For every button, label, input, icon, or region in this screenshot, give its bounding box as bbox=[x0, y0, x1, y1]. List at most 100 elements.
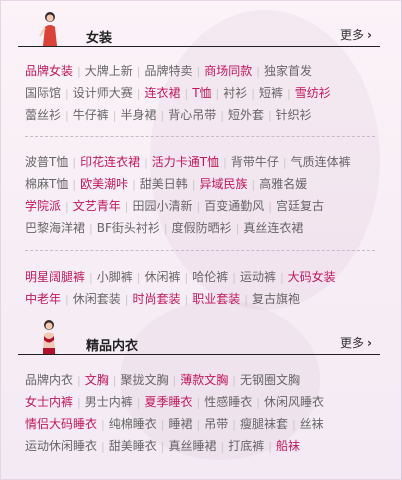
category-link[interactable]: 短裤 bbox=[259, 86, 283, 100]
category-link[interactable]: 男士内裤 bbox=[85, 395, 133, 409]
category-link[interactable]: BF街头衬衫 bbox=[97, 221, 160, 235]
category-link[interactable]: 运动裤 bbox=[240, 270, 276, 284]
category-link[interactable]: 明星阔腿裤 bbox=[25, 270, 85, 284]
category-link[interactable]: 品牌内衣 bbox=[25, 373, 73, 387]
separator: | bbox=[220, 440, 225, 453]
category-link[interactable]: 设计师大赛 bbox=[73, 86, 133, 100]
category-link[interactable]: 纯棉睡衣 bbox=[109, 417, 157, 431]
category-link[interactable]: 文艺青年 bbox=[73, 199, 121, 213]
category-link[interactable]: 打底裤 bbox=[228, 439, 264, 453]
category-link[interactable]: 品牌女装 bbox=[25, 64, 73, 78]
separator: | bbox=[101, 418, 105, 431]
separator: | bbox=[172, 374, 177, 387]
category-link[interactable]: 复古旗袍 bbox=[252, 292, 300, 306]
category-link[interactable]: 巴黎海洋裙 bbox=[25, 221, 85, 235]
category-row: 学院派 | 文艺青年 | 田园小清新 | 百变通勤风 | 宫廷复古 bbox=[25, 195, 385, 217]
category-link[interactable]: 无钢圈文胸 bbox=[240, 373, 300, 387]
category-link[interactable]: 宫廷复古 bbox=[276, 199, 324, 213]
more-label: 更多 bbox=[340, 336, 365, 350]
separator: | bbox=[232, 271, 236, 284]
category-link[interactable]: 衬衫 bbox=[223, 86, 247, 100]
category-link[interactable]: 欧美潮咔 bbox=[80, 177, 128, 191]
category-link[interactable]: 背带牛仔 bbox=[231, 155, 279, 169]
category-link[interactable]: 丝袜 bbox=[300, 417, 324, 431]
category-link[interactable]: 针织衫 bbox=[276, 108, 312, 122]
separator: | bbox=[196, 418, 201, 431]
category-link[interactable]: 大牌上新 bbox=[85, 64, 133, 78]
category-link[interactable]: 薄款文胸 bbox=[180, 373, 228, 387]
category-link[interactable]: 甜美日韩 bbox=[140, 177, 188, 191]
category-link[interactable]: 甜美睡衣 bbox=[109, 439, 157, 453]
category-row: 情侣大码睡衣 | 纯棉睡衣 | 睡裙 | 吊带 | 瘦腿袜套 | 丝袜 bbox=[25, 413, 385, 435]
section-header-womenswear: 女装 更多 › bbox=[18, 12, 380, 47]
category-link[interactable]: 国际馆 bbox=[25, 86, 61, 100]
category-link[interactable]: 半身裙 bbox=[120, 108, 156, 122]
category-link[interactable]: 哈伦裤 bbox=[192, 270, 228, 284]
category-link[interactable]: 印花连衣裙 bbox=[80, 155, 140, 169]
category-link[interactable]: 中老年 bbox=[25, 292, 61, 306]
category-link[interactable]: 活力卡通T恤 bbox=[152, 155, 219, 169]
section-title: 女装 bbox=[86, 31, 113, 46]
category-link[interactable]: 品牌特卖 bbox=[144, 64, 192, 78]
category-link[interactable]: 波普T恤 bbox=[25, 155, 68, 169]
category-link[interactable]: 百变通勤风 bbox=[204, 199, 264, 213]
category-link[interactable]: 小脚裤 bbox=[97, 270, 133, 284]
more-label: 更多 bbox=[340, 28, 365, 42]
category-link[interactable]: 夏季睡衣 bbox=[144, 395, 192, 409]
separator: | bbox=[184, 87, 189, 100]
separator: | bbox=[220, 109, 224, 122]
separator: | bbox=[112, 109, 117, 122]
category-link[interactable]: 高雅名媛 bbox=[259, 177, 307, 191]
category-link[interactable]: 短外套 bbox=[228, 108, 264, 122]
category-link[interactable]: 田园小清新 bbox=[132, 199, 192, 213]
category-link[interactable]: 商场同款 bbox=[204, 64, 252, 78]
category-link[interactable]: 独家首发 bbox=[264, 64, 312, 78]
category-link[interactable]: 瘦腿袜套 bbox=[240, 417, 288, 431]
category-link[interactable]: 度假防晒衫 bbox=[172, 221, 232, 235]
separator: | bbox=[160, 109, 165, 122]
category-link[interactable]: 船袜 bbox=[276, 439, 300, 453]
separator: | bbox=[65, 200, 69, 213]
separator: | bbox=[89, 271, 93, 284]
category-link[interactable]: 休闲裤 bbox=[144, 270, 180, 284]
separator: | bbox=[65, 293, 69, 306]
more-link[interactable]: 更多 › bbox=[340, 26, 372, 43]
category-link[interactable]: 职业套装 bbox=[192, 292, 240, 306]
separator: | bbox=[65, 109, 69, 122]
category-link[interactable]: 气质连体裤 bbox=[291, 155, 351, 169]
category-link[interactable]: 吊带 bbox=[204, 417, 228, 431]
category-link[interactable]: 性感睡衣 bbox=[204, 395, 252, 409]
category-link[interactable]: 牛仔裤 bbox=[73, 108, 109, 122]
category-link[interactable]: 休闲风睡衣 bbox=[264, 395, 324, 409]
category-link[interactable]: 女士内裤 bbox=[25, 395, 73, 409]
category-link[interactable]: 真丝连衣裙 bbox=[243, 221, 303, 235]
category-link[interactable]: 休闲套装 bbox=[73, 292, 121, 306]
separator: | bbox=[267, 109, 272, 122]
category-link[interactable]: 背心吊带 bbox=[168, 108, 216, 122]
category-link[interactable]: 学院派 bbox=[25, 199, 61, 213]
divider bbox=[25, 136, 375, 137]
separator: | bbox=[184, 293, 189, 306]
category-row: 巴黎海洋裙 | BF街头衬衫 | 度假防晒衫 | 真丝连衣裙 bbox=[25, 217, 385, 239]
more-link[interactable]: 更多 › bbox=[340, 334, 372, 351]
category-link[interactable]: 运动休闲睡衣 bbox=[25, 439, 97, 453]
category-link[interactable]: T恤 bbox=[192, 86, 211, 100]
category-link[interactable]: 真丝睡裙 bbox=[168, 439, 216, 453]
category-link[interactable]: 文胸 bbox=[85, 373, 109, 387]
separator: | bbox=[65, 87, 69, 100]
category-link[interactable]: 雪纺衫 bbox=[295, 86, 331, 100]
category-link[interactable]: 情侣大码睡衣 bbox=[25, 417, 97, 431]
category-link[interactable]: 大码女装 bbox=[288, 270, 336, 284]
category-link[interactable]: 异域民族 bbox=[200, 177, 248, 191]
separator: | bbox=[124, 200, 129, 213]
category-row: 品牌内衣 | 文胸 | 聚拢文胸 | 薄款文胸 | 无钢圈文胸 bbox=[25, 369, 385, 391]
category-link[interactable]: 蕾丝衫 bbox=[25, 108, 61, 122]
separator: | bbox=[232, 418, 236, 431]
category-link[interactable]: 棉麻T恤 bbox=[25, 177, 68, 191]
separator: | bbox=[232, 374, 236, 387]
category-link[interactable]: 睡裙 bbox=[168, 417, 192, 431]
category-link[interactable]: 时尚套装 bbox=[132, 292, 180, 306]
separator: | bbox=[136, 65, 141, 78]
category-link[interactable]: 聚拢文胸 bbox=[120, 373, 168, 387]
category-link[interactable]: 连衣裙 bbox=[144, 86, 180, 100]
